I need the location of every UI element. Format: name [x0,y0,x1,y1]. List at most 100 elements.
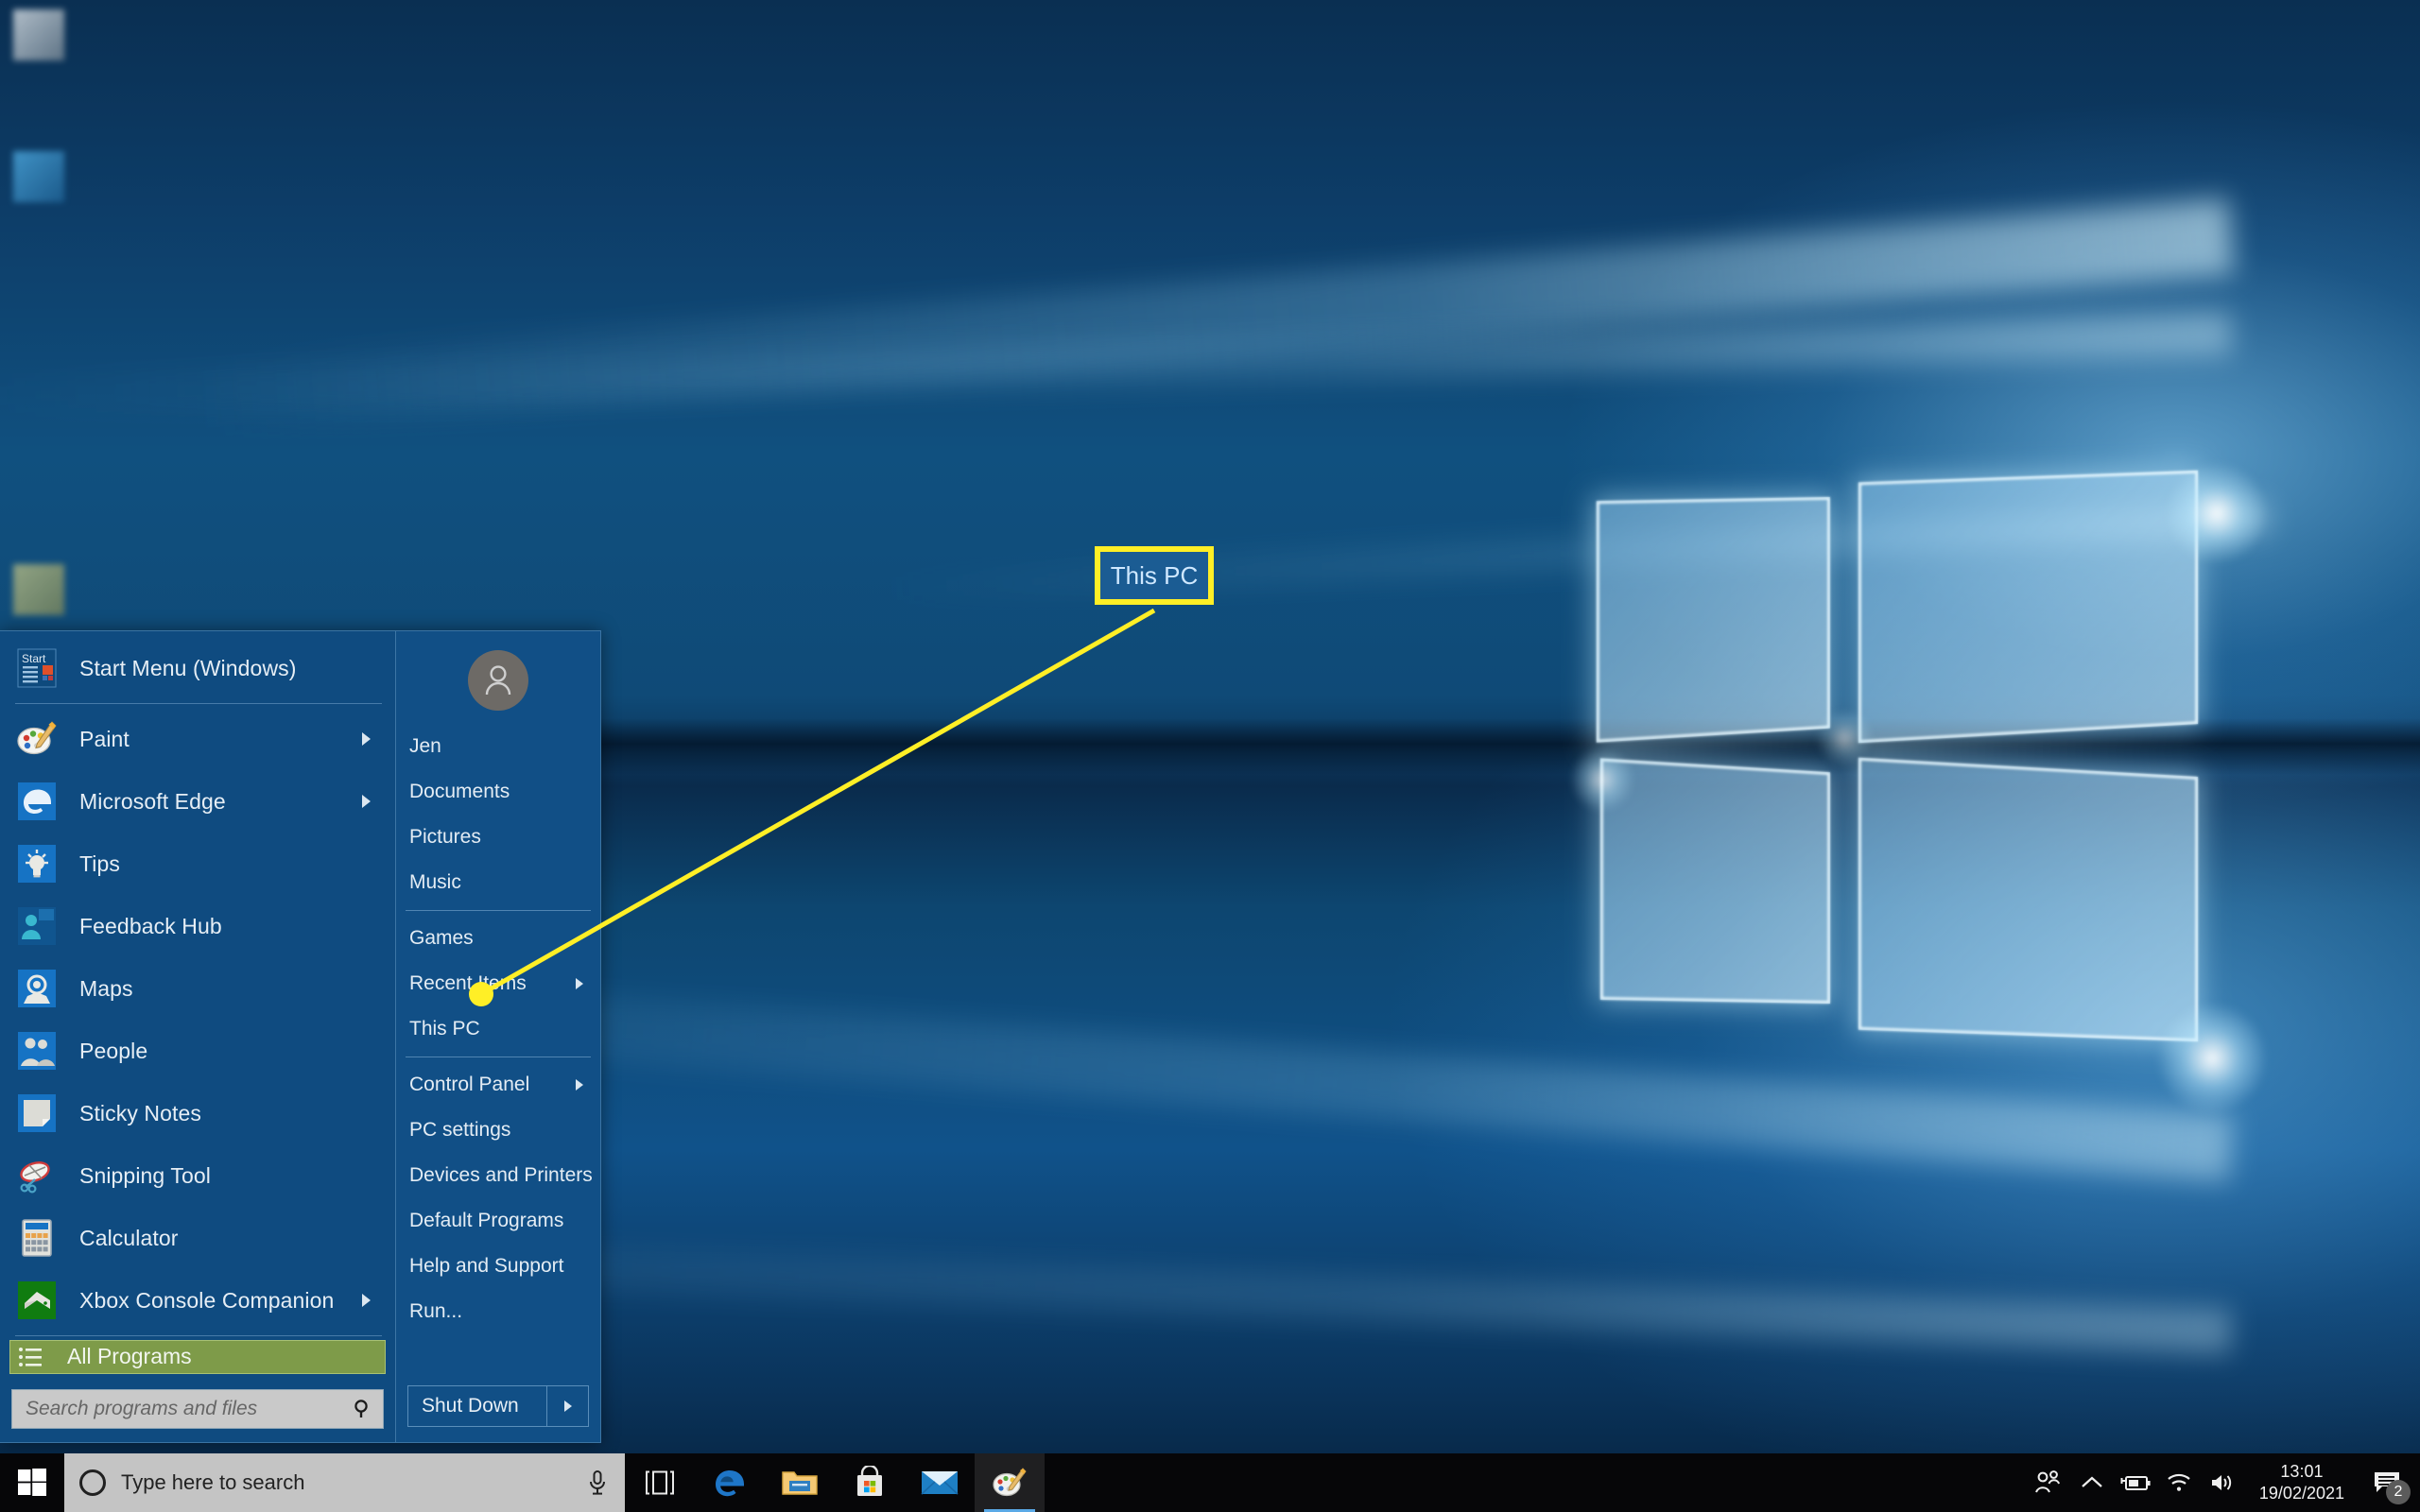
program-item-label: Microsoft Edge [79,788,226,814]
start-menu-item-label: Run... [409,1300,463,1322]
start-menu-search-input[interactable] [26,1398,353,1420]
program-list: Start Start Menu (Windows) Paint Microsoft … [0,631,395,1332]
divider [15,1335,382,1336]
cortana-circle-icon [79,1469,106,1496]
task-view-button[interactable] [625,1453,695,1512]
tips-icon [15,842,59,885]
sticky-notes-icon [15,1091,59,1135]
program-item-label: Start Menu (Windows) [79,655,297,680]
microphone-icon[interactable] [587,1469,608,1496]
taskbar-item-file-explorer[interactable] [765,1453,835,1512]
start-menu-right-list: Jen Documents Pictures Music Games Recent Ite… [396,724,600,1334]
start-menu-item-label: This PC [409,1018,480,1040]
user-avatar-container[interactable] [396,631,600,724]
start-menu-item-label: Help and Support [409,1255,564,1277]
start-menu-item-jen[interactable]: Jen [396,724,600,769]
program-item-people[interactable]: People [0,1020,395,1082]
xbox-icon [15,1279,59,1322]
chevron-right-icon [362,1294,371,1307]
program-item-label: Xbox Console Companion [79,1287,335,1313]
clock-date: 19/02/2021 [2258,1484,2344,1503]
wifi-icon[interactable] [2157,1453,2201,1512]
start-menu-item-label: Music [409,871,461,893]
logo-pane [1596,496,1830,743]
edge-icon [15,780,59,823]
program-item-label: Tips [79,850,120,876]
edge-icon [712,1465,748,1501]
start-menu-item-label: Jen [409,735,441,757]
start-menu-item-pictures[interactable]: Pictures [396,815,600,860]
start-menu-item-default-programs[interactable]: Default Programs [396,1198,600,1244]
divider [15,703,382,704]
start-menu-item-label: Games [409,927,474,949]
taskbar-search-placeholder: Type here to search [121,1470,305,1494]
taskbar-item-microsoft-edge[interactable] [695,1453,765,1512]
start-menu-right-pane: Jen Documents Pictures Music Games Recent Ite… [395,631,600,1442]
program-item-start-menu-windows[interactable]: Start Start Menu (Windows) [0,637,395,699]
windows-logo-icon [18,1469,46,1497]
start-menu-item-control-panel[interactable]: Control Panel [396,1062,600,1108]
start-menu-item-games[interactable]: Games [396,916,600,961]
notification-count-badge: 2 [2386,1480,2411,1504]
user-avatar-icon[interactable] [468,650,528,711]
maps-icon [15,967,59,1010]
program-item-feedback-hub[interactable]: Feedback Hub [0,895,395,957]
program-item-maps[interactable]: Maps [0,957,395,1020]
desktop-icon-1[interactable] [13,9,64,60]
taskbar-item-paint[interactable] [975,1453,1045,1512]
clock-time: 13:01 [2280,1461,2324,1481]
shutdown-container: Shut Down [396,1385,600,1442]
chevron-right-icon [362,795,371,808]
chevron-right-icon [576,978,583,989]
logo-pane [1858,470,2199,744]
start-menu-item-devices-and-printers[interactable]: Devices and Printers [396,1153,600,1198]
paint-icon [992,1467,1028,1499]
volume-icon[interactable] [2201,1453,2244,1512]
desktop-icon-3[interactable] [13,564,64,615]
all-programs-button[interactable]: All Programs [9,1339,386,1374]
start-menu-item-label: Control Panel [409,1074,530,1095]
logo-glow [2165,461,2269,565]
taskbar-item-microsoft-store[interactable] [835,1453,905,1512]
program-item-xbox-console-companion[interactable]: Xbox Console Companion [0,1269,395,1332]
start-menu-item-this-pc[interactable]: This PC [396,1006,600,1052]
start-menu-search-box[interactable] [11,1389,384,1429]
start-menu-item-label: Recent Items [409,972,527,994]
start-menu-item-run[interactable]: Run... [396,1289,600,1334]
start-menu-item-label: Default Programs [409,1210,564,1231]
chevron-right-icon [576,1079,583,1091]
shut-down-options-button[interactable] [547,1385,589,1427]
taskbar-search-box[interactable]: Type here to search [64,1453,625,1512]
start-menu-item-pc-settings[interactable]: PC settings [396,1108,600,1153]
snipping-tool-icon [15,1154,59,1197]
start-button[interactable] [0,1453,64,1512]
program-item-label: Sticky Notes [79,1100,202,1125]
battery-charging-icon[interactable] [2114,1453,2157,1512]
program-item-sticky-notes[interactable]: Sticky Notes [0,1082,395,1144]
logo-pane [1858,757,2199,1042]
start-menu-item-recent-items[interactable]: Recent Items [396,961,600,1006]
program-item-label: Paint [79,726,130,751]
start-menu-item-label: Pictures [409,826,481,848]
start-menu-item-music[interactable]: Music [396,860,600,905]
desktop-icon-2[interactable] [13,151,64,202]
paint-icon [15,717,59,761]
program-item-tips[interactable]: Tips [0,833,395,895]
program-item-microsoft-edge[interactable]: Microsoft Edge [0,770,395,833]
program-item-snipping-tool[interactable]: Snipping Tool [0,1144,395,1207]
mail-icon [921,1469,959,1497]
taskbar-item-mail[interactable] [905,1453,975,1512]
action-center-button[interactable]: 2 [2360,1453,2414,1512]
show-hidden-icons-chevron-up-icon[interactable] [2070,1453,2114,1512]
start-menu-item-documents[interactable]: Documents [396,769,600,815]
callout-box-this-pc: This PC [1095,546,1214,605]
shut-down-button[interactable]: Shut Down [407,1385,547,1427]
logo-glow [1569,747,1635,813]
taskbar: Type here to search 13:01 19/02/2021 2 [0,1453,2420,1512]
program-item-paint[interactable]: Paint [0,708,395,770]
logo-glow [1815,709,1874,767]
taskbar-clock[interactable]: 13:01 19/02/2021 [2244,1453,2360,1512]
start-menu-item-help-and-support[interactable]: Help and Support [396,1244,600,1289]
meet-now-icon[interactable] [2027,1453,2070,1512]
program-item-calculator[interactable]: Calculator [0,1207,395,1269]
